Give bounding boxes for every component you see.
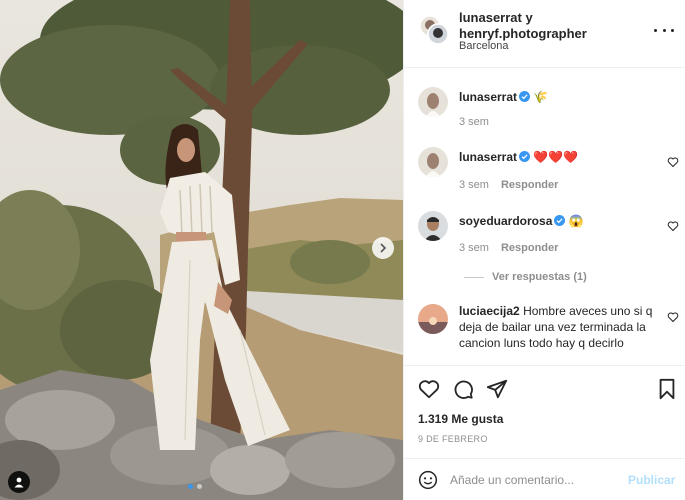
- avatar[interactable]: [418, 211, 448, 241]
- photo-scene: [0, 0, 403, 500]
- tagged-users-button[interactable]: [8, 471, 30, 493]
- avatar[interactable]: [418, 304, 448, 334]
- instagram-post: lunaserrat y henryf.photographer Barcelo…: [0, 0, 685, 500]
- comment-2: lunaserrat ❤️❤️❤️: [459, 149, 578, 165]
- post-authors[interactable]: lunaserrat y henryf.photographer: [459, 10, 599, 42]
- ellipsis-icon: [654, 28, 657, 32]
- comment-1: lunaserrat 🌾: [459, 89, 548, 105]
- post-photo[interactable]: [0, 0, 403, 500]
- paper-plane-icon[interactable]: [486, 378, 508, 400]
- comment-time[interactable]: 3 sem: [459, 116, 489, 128]
- comment-like-heart-icon[interactable]: [667, 220, 679, 232]
- next-photo-button[interactable]: [372, 237, 394, 259]
- comment-icon[interactable]: [452, 378, 474, 400]
- comment-text: 😱: [568, 214, 584, 228]
- heart-icon[interactable]: [418, 378, 440, 400]
- more-options-button[interactable]: [654, 22, 674, 38]
- avatar[interactable]: [418, 87, 448, 117]
- comment-username[interactable]: lunaserrat: [459, 150, 517, 164]
- user-tag-icon: [14, 477, 24, 488]
- comment-time[interactable]: 3 sem: [459, 179, 489, 191]
- avatar[interactable]: [418, 147, 448, 177]
- chevron-right-icon: [380, 243, 387, 253]
- verified-badge-icon: [519, 91, 531, 102]
- view-replies-button[interactable]: Ver respuestas (1): [464, 271, 587, 283]
- comment-time[interactable]: 3 sem: [459, 242, 489, 254]
- comment-like-heart-icon[interactable]: [667, 311, 679, 323]
- divider: [464, 276, 484, 278]
- comment-4: luciaecija2 Hombre aveces uno si q deja …: [459, 303, 659, 351]
- comment-username[interactable]: soyeduardorosa: [459, 214, 552, 228]
- carousel-dot-active: [188, 484, 193, 489]
- publish-button[interactable]: Publicar: [628, 473, 675, 487]
- collab-avatars[interactable]: [418, 14, 450, 46]
- carousel-indicator: [188, 484, 202, 489]
- post-location[interactable]: Barcelona: [459, 40, 509, 52]
- comment-text: ❤️❤️❤️: [533, 150, 579, 164]
- comment-meta: 3 sem Responder: [459, 179, 558, 191]
- bookmark-icon[interactable]: [656, 378, 678, 400]
- likes-count[interactable]: 1.319 Me gusta: [418, 412, 503, 426]
- comment-composer: Publicar: [404, 458, 685, 500]
- comment-username[interactable]: luciaecija2: [459, 304, 520, 318]
- reply-button[interactable]: Responder: [501, 242, 558, 254]
- comment-username[interactable]: lunaserrat: [459, 90, 517, 104]
- comment-3: soyeduardorosa 😱: [459, 213, 584, 229]
- post-header: lunaserrat y henryf.photographer Barcelo…: [404, 0, 685, 68]
- post-side-panel: lunaserrat y henryf.photographer Barcelo…: [403, 0, 685, 500]
- verified-badge-icon: [554, 215, 566, 226]
- verified-badge-icon: [519, 151, 531, 162]
- comment-meta: 3 sem: [459, 116, 489, 128]
- view-replies-label: Ver respuestas (1): [492, 271, 587, 283]
- avatar: [419, 15, 449, 45]
- post-actions-bar: [404, 365, 685, 408]
- smiley-icon[interactable]: [418, 470, 438, 490]
- reply-button[interactable]: Responder: [501, 179, 558, 191]
- comment-input[interactable]: [450, 469, 615, 491]
- comment-text: 🌾: [533, 90, 549, 104]
- post-date[interactable]: 9 DE FEBRERO: [418, 434, 488, 444]
- comment-like-heart-icon[interactable]: [667, 156, 679, 168]
- carousel-dot: [197, 484, 202, 489]
- comment-meta: 3 sem Responder: [459, 242, 558, 254]
